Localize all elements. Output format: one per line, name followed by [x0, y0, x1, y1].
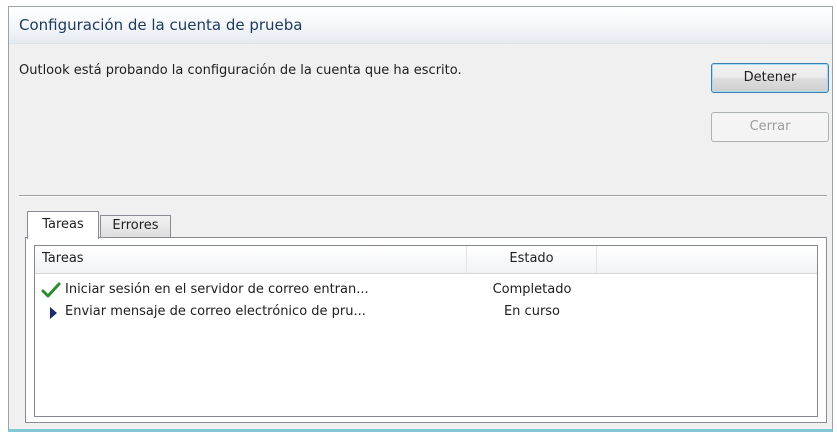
- test-account-settings-dialog: Configuración de la cuenta de prueba Out…: [8, 6, 833, 432]
- tasks-list[interactable]: Tareas Estado Iniciar sesión en el servi…: [34, 245, 818, 417]
- task-status: En curso: [503, 304, 561, 319]
- list-item[interactable]: Enviar mensaje de correo electrónico de …: [35, 302, 817, 323]
- column-header-filler: [597, 246, 598, 273]
- tab-panel-tareas: Tareas Estado Iniciar sesión en el servi…: [25, 237, 827, 423]
- task-label: Enviar mensaje de correo electrónico de …: [65, 304, 366, 319]
- list-header: Tareas Estado: [35, 246, 817, 274]
- task-status: Completado: [492, 282, 572, 297]
- stop-button[interactable]: Detener: [711, 63, 829, 93]
- checkmark-icon: [41, 281, 61, 301]
- status-message: Outlook está probando la configuración d…: [19, 63, 462, 78]
- arrow-right-icon: [41, 303, 61, 323]
- dialog-title: Configuración de la cuenta de prueba: [19, 16, 303, 34]
- tab-tareas[interactable]: Tareas: [27, 211, 99, 239]
- column-header-tasks[interactable]: Tareas: [35, 246, 467, 273]
- close-button: Cerrar: [711, 112, 829, 142]
- task-label: Iniciar sesión en el servidor de correo …: [65, 282, 369, 297]
- column-header-status[interactable]: Estado: [467, 246, 597, 273]
- list-item[interactable]: Iniciar sesión en el servidor de correo …: [35, 280, 817, 301]
- separator: [19, 195, 827, 197]
- dialog-titlebar: Configuración de la cuenta de prueba: [9, 7, 832, 44]
- tab-errores[interactable]: Errores: [100, 215, 171, 237]
